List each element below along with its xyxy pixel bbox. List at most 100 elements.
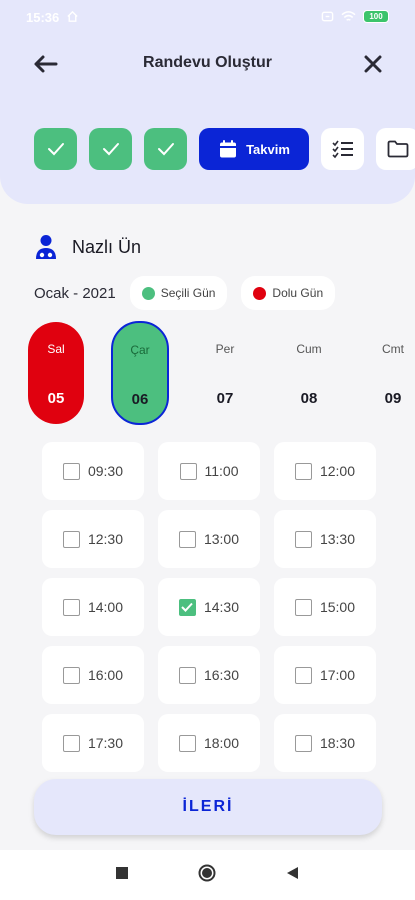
busy-dot-icon <box>253 286 267 300</box>
day-item[interactable]: Cum 08 <box>281 322 337 424</box>
checkbox[interactable] <box>62 734 80 752</box>
slot-time: 12:00 <box>319 463 356 479</box>
check-icon <box>102 143 119 156</box>
day-item[interactable]: Per 07 <box>197 322 253 424</box>
slot-time: 18:00 <box>203 735 240 751</box>
legend-busy-label: Dolu Gün <box>272 286 324 300</box>
checkbox[interactable] <box>178 666 196 684</box>
checkbox[interactable] <box>62 666 80 684</box>
checklist-icon <box>331 140 353 159</box>
slot-time: 18:30 <box>319 735 356 751</box>
day-name: Sal <box>47 342 65 356</box>
status-icons: 100 <box>321 10 389 23</box>
create-appointment-screen: 15:36 100 Randevu Oluştur Takvim Nazlı Ü… <box>0 0 415 900</box>
time-slot-selected[interactable]: 14:30 <box>158 578 260 636</box>
app-header: Randevu Oluştur <box>0 40 415 88</box>
check-icon <box>181 602 194 612</box>
step-tabs: Takvim <box>34 128 415 170</box>
battery-icon: 100 <box>363 10 389 23</box>
checkbox[interactable] <box>62 462 80 480</box>
day-item-selected[interactable]: Çar 06 <box>111 321 169 425</box>
checkbox[interactable] <box>179 462 197 480</box>
recents-icon[interactable] <box>115 866 129 880</box>
time-slot[interactable]: 12:00 <box>274 442 376 500</box>
close-icon[interactable] <box>361 52 385 76</box>
time-slot[interactable]: 18:00 <box>158 714 260 772</box>
day-name: Cum <box>296 342 322 356</box>
checkbox[interactable] <box>294 666 312 684</box>
page-title: Randevu Oluştur <box>143 54 272 71</box>
time-slot[interactable]: 17:30 <box>42 714 144 772</box>
day-name: Per <box>215 342 235 356</box>
step-1-done[interactable] <box>34 128 77 170</box>
slot-time: 16:00 <box>87 667 124 683</box>
time-slot[interactable]: 12:30 <box>42 510 144 568</box>
checkbox[interactable] <box>294 598 312 616</box>
time-slot[interactable]: 14:00 <box>42 578 144 636</box>
system-navigation-bar <box>0 850 415 900</box>
checkbox[interactable] <box>62 530 80 548</box>
checkbox[interactable] <box>178 734 196 752</box>
slot-time: 16:30 <box>203 667 240 683</box>
day-selector: Sal 05 Çar 06 Per 07 Cum 08 Cmt 09 <box>0 321 415 426</box>
doctor-info: Nazlı Ün <box>34 232 141 262</box>
calendar-icon <box>220 140 237 158</box>
home-icon[interactable] <box>198 864 216 882</box>
back-nav-icon[interactable] <box>285 866 299 880</box>
selected-dot-icon <box>141 286 155 300</box>
checkbox[interactable] <box>62 598 80 616</box>
day-date: 06 <box>131 391 149 408</box>
slot-time: 15:00 <box>319 599 356 615</box>
time-slot[interactable]: 13:00 <box>158 510 260 568</box>
checkbox[interactable] <box>294 462 312 480</box>
checkbox[interactable] <box>294 734 312 752</box>
status-time: 15:36 <box>26 10 60 25</box>
slot-time: 14:00 <box>87 599 124 615</box>
day-date: 08 <box>300 390 318 407</box>
next-button[interactable]: İLERİ <box>34 779 382 835</box>
time-slot[interactable]: 09:30 <box>42 442 144 500</box>
slot-time: 13:00 <box>203 531 240 547</box>
time-slot[interactable]: 16:00 <box>42 646 144 704</box>
time-slot[interactable]: 11:00 <box>158 442 260 500</box>
slot-time: 17:30 <box>87 735 124 751</box>
day-name: Cmt <box>382 342 404 356</box>
step-2-done[interactable] <box>89 128 132 170</box>
slot-time: 14:30 <box>203 599 240 615</box>
legend-selected-label: Seçili Gün <box>160 286 216 300</box>
time-slot-grid: 09:30 11:00 12:00 12:30 13:00 13:30 14:0… <box>42 442 382 772</box>
time-slot[interactable]: 18:30 <box>274 714 376 772</box>
step-3-done[interactable] <box>144 128 187 170</box>
folder-icon <box>387 140 408 158</box>
day-name: Çar <box>130 343 150 357</box>
time-slot[interactable]: 16:30 <box>158 646 260 704</box>
slot-time: 09:30 <box>87 463 124 479</box>
day-date: 09 <box>384 390 402 407</box>
check-icon <box>47 143 64 156</box>
calendar-header: Ocak - 2021 Seçili Gün Dolu Gün <box>34 276 336 310</box>
time-slot[interactable]: 17:00 <box>274 646 376 704</box>
checkbox[interactable] <box>294 530 312 548</box>
step-calendar-active[interactable]: Takvim <box>199 128 309 170</box>
slot-time: 12:30 <box>87 531 124 547</box>
slot-time: 13:30 <box>319 531 356 547</box>
slot-time: 11:00 <box>204 463 239 479</box>
doctor-name: Nazlı Ün <box>72 236 142 257</box>
doctor-icon <box>36 235 56 259</box>
day-date: 05 <box>47 390 65 407</box>
check-icon <box>157 143 174 156</box>
time-slot[interactable]: 15:00 <box>274 578 376 636</box>
time-slot[interactable]: 13:30 <box>274 510 376 568</box>
legend-selected: Seçili Gün <box>129 276 228 310</box>
slot-time: 17:00 <box>319 667 356 683</box>
month-label: Ocak - 2021 <box>34 284 116 302</box>
checkbox[interactable] <box>178 530 196 548</box>
legend-busy: Dolu Gün <box>241 276 336 310</box>
step-folder[interactable] <box>376 128 415 170</box>
checkbox-checked[interactable] <box>178 598 196 616</box>
step-checklist[interactable] <box>321 128 364 170</box>
day-item-busy[interactable]: Sal 05 <box>28 322 84 424</box>
step-active-label: Takvim <box>246 141 290 157</box>
day-item[interactable]: Cmt 09 <box>365 322 415 424</box>
day-date: 07 <box>216 390 234 407</box>
